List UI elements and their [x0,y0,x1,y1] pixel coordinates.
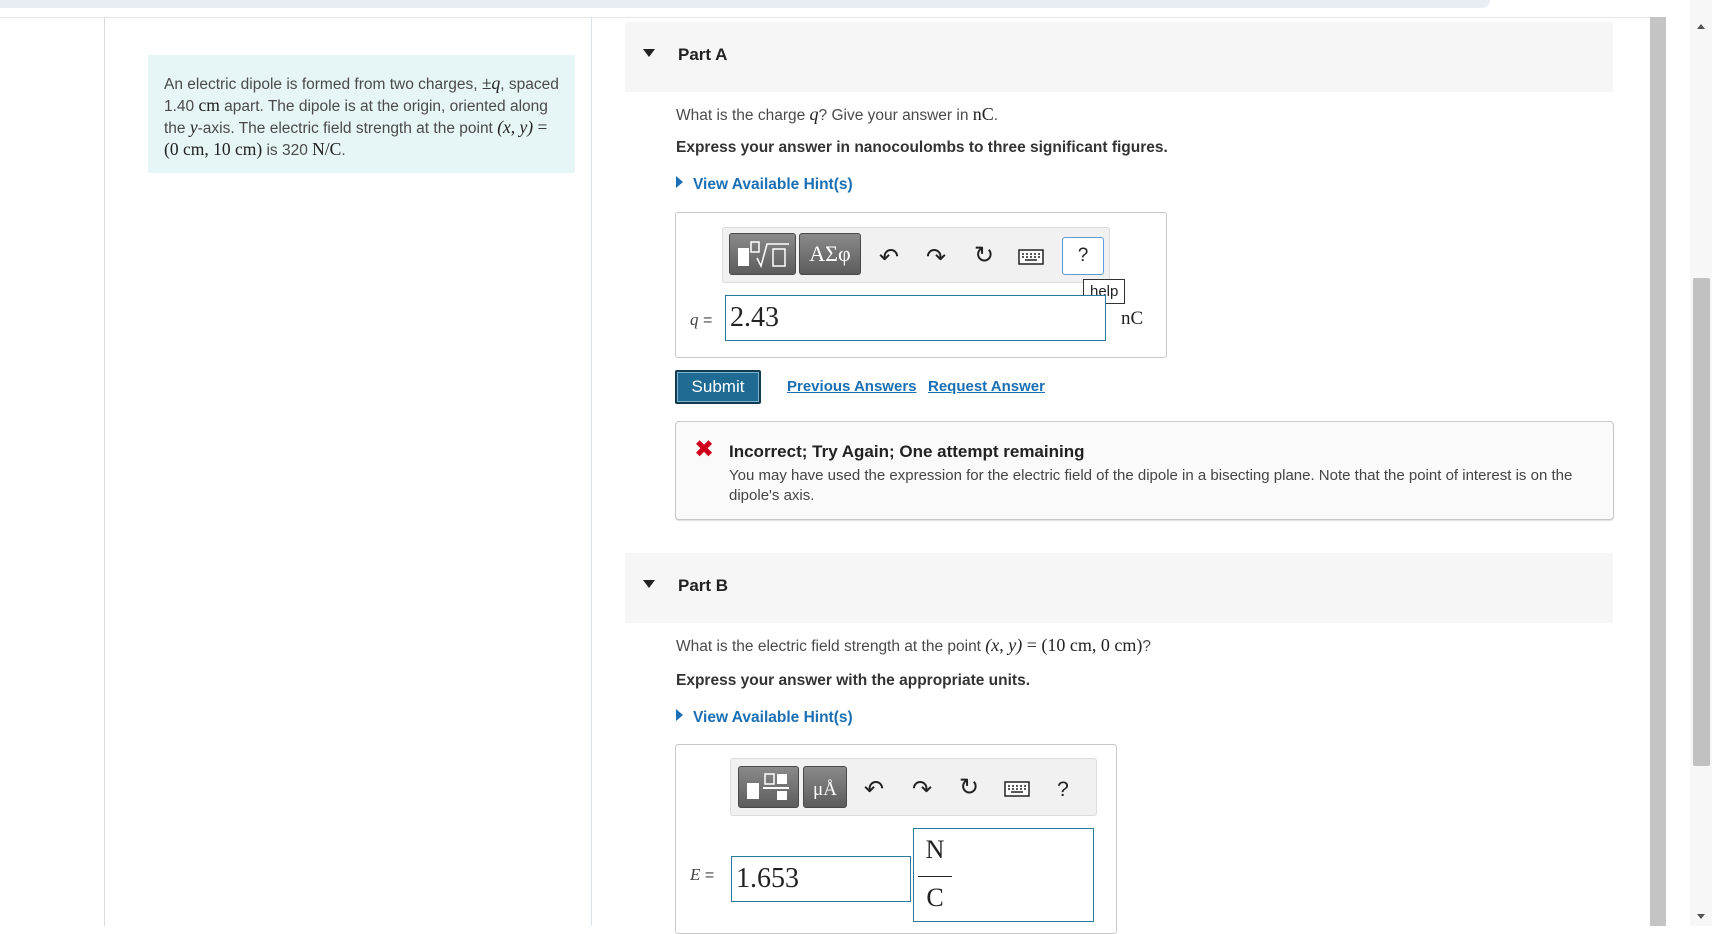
column-divider [591,17,592,926]
left-divider [104,17,105,926]
fraction-bar [918,876,952,877]
keyboard-icon[interactable] [1001,774,1033,806]
templates-icon [737,241,789,269]
feedback-message: You may have used the expression for the… [729,467,1573,504]
undo-icon[interactable]: ↶ [873,242,905,274]
collapse-triangle-icon[interactable] [643,580,655,588]
collapse-triangle-icon[interactable] [643,49,655,57]
part-a-title: Part A [678,45,728,64]
part-a-instruction: Express your answer in nanocoulombs to t… [676,139,1168,156]
part-a-answer-input[interactable]: 2.43 [725,295,1106,341]
part-a-unit: nC [1121,308,1144,329]
redo-icon[interactable]: ↷ [920,242,952,274]
fraction-template-icon [746,773,789,800]
help-button[interactable]: ? [1047,774,1079,806]
request-answer-link[interactable]: Request Answer [928,378,1045,395]
feedback-box: ✖ Incorrect; Try Again; One attempt rema… [675,421,1614,520]
feedback-title: Incorrect; Try Again; One attempt remain… [729,442,1085,461]
unit-denominator: C [926,883,944,912]
keyboard-icon[interactable] [1015,242,1047,274]
page-scrollbar-thumb[interactable] [1693,278,1710,766]
top-divider [0,17,1650,18]
scroll-up-arrow-icon[interactable] [1697,24,1705,29]
unit-numerator: N [925,835,945,864]
expand-triangle-icon [676,176,683,188]
expand-triangle-icon [676,709,683,721]
part-b-answer-input[interactable]: 1.653 [731,856,911,902]
part-b-instruction: Express your answer with the appropriate… [676,672,1031,689]
part-b-hint-link[interactable]: View Available Hint(s) [676,709,853,727]
reset-icon[interactable]: ↻ [953,772,985,804]
inner-scrollbar[interactable] [1650,17,1666,926]
reset-icon[interactable]: ↻ [968,240,1000,272]
part-b-title: Part B [678,576,729,595]
problem-statement: An electric dipole is formed from two ch… [148,55,575,173]
part-b-question: What is the electric field strength at t… [676,635,1152,655]
part-a-hint-link[interactable]: View Available Hint(s) [676,176,853,194]
submit-button[interactable]: Submit [675,370,761,404]
undo-icon[interactable]: ↶ [858,774,890,806]
part-a-var-label: q = [690,310,713,329]
redo-icon[interactable]: ↷ [906,774,938,806]
previous-answers-link[interactable]: Previous Answers [787,378,917,395]
fraction-templates-button[interactable] [738,766,799,808]
help-button[interactable]: ? [1062,237,1104,275]
part-b-unit-input[interactable]: N C [913,828,1094,922]
scroll-down-arrow-icon[interactable] [1697,914,1705,919]
part-b-var-label: E = [690,865,715,884]
part-b-header[interactable]: Part B [625,553,1613,623]
symbols-button[interactable]: ΑΣφ [799,233,861,275]
templates-button[interactable] [729,233,796,275]
part-a-header[interactable]: Part A [625,22,1613,92]
part-a-question: What is the charge q? Give your answer i… [676,104,999,124]
incorrect-x-icon: ✖ [694,436,715,463]
top-bar [0,0,1490,8]
units-button[interactable]: μÅ [803,766,847,808]
